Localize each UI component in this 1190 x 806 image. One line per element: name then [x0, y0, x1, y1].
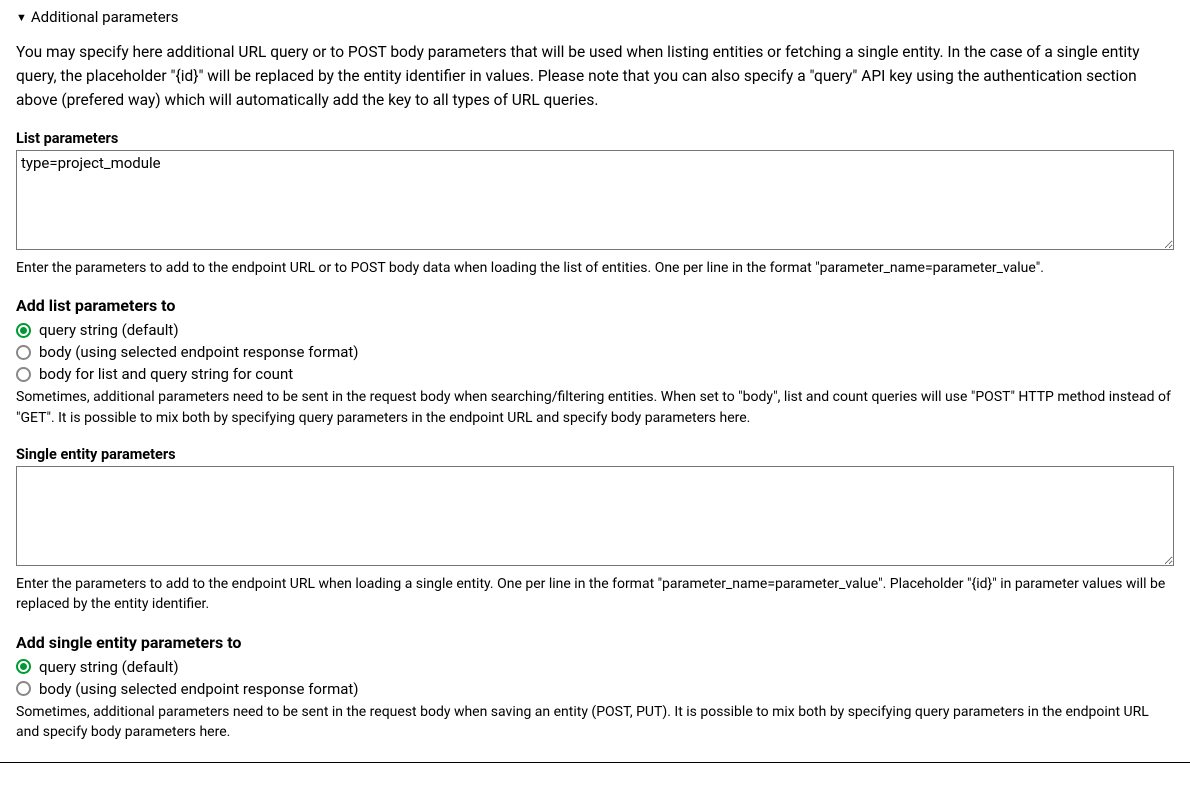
- single-target-label: Add single entity parameters to: [16, 633, 1174, 652]
- list-target-option-body[interactable]: body (using selected endpoint response f…: [16, 343, 1174, 361]
- radio-icon: [16, 367, 31, 382]
- radio-label: body (using selected endpoint response f…: [39, 680, 359, 698]
- list-target-label: Add list parameters to: [16, 296, 1174, 315]
- list-target-option-query[interactable]: query string (default): [16, 321, 1174, 339]
- additional-parameters-panel: ▼ Additional parameters You may specify …: [0, 0, 1190, 763]
- list-target-option-mixed[interactable]: body for list and query string for count: [16, 365, 1174, 383]
- list-target-help: Sometimes, additional parameters need to…: [16, 387, 1174, 428]
- radio-icon: [16, 323, 31, 338]
- section-toggle[interactable]: ▼ Additional parameters: [16, 8, 1174, 26]
- radio-icon: [16, 659, 31, 674]
- radio-icon: [16, 345, 31, 360]
- radio-label: body for list and query string for count: [39, 365, 293, 383]
- single-target-option-body[interactable]: body (using selected endpoint response f…: [16, 680, 1174, 698]
- radio-icon: [16, 681, 31, 696]
- caret-down-icon: ▼: [16, 12, 27, 23]
- list-params-textarea[interactable]: [16, 150, 1174, 250]
- list-params-label: List parameters: [16, 130, 1174, 147]
- section-description: You may specify here additional URL quer…: [16, 40, 1174, 112]
- list-params-help: Enter the parameters to add to the endpo…: [16, 258, 1174, 278]
- single-params-textarea[interactable]: [16, 466, 1174, 566]
- radio-label: body (using selected endpoint response f…: [39, 343, 359, 361]
- single-params-help: Enter the parameters to add to the endpo…: [16, 574, 1174, 615]
- radio-label: query string (default): [39, 321, 179, 339]
- section-title: Additional parameters: [31, 8, 179, 26]
- single-params-label: Single entity parameters: [16, 446, 1174, 463]
- single-target-help: Sometimes, additional parameters need to…: [16, 702, 1174, 743]
- single-target-option-query[interactable]: query string (default): [16, 658, 1174, 676]
- radio-label: query string (default): [39, 658, 179, 676]
